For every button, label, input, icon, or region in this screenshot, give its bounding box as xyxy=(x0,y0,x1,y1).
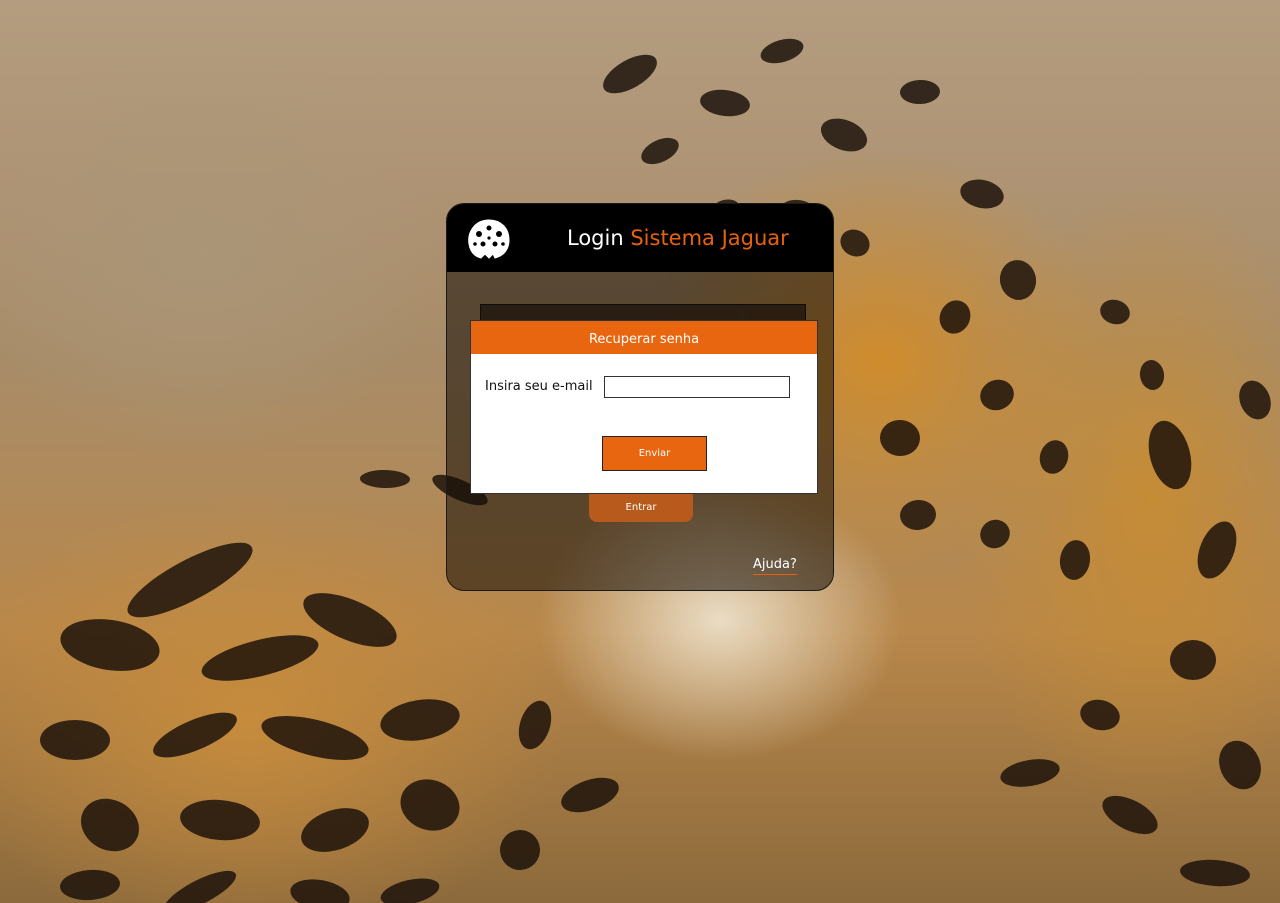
recover-password-modal: Recuperar senha Insira seu e-mail Enviar xyxy=(470,320,818,494)
background-spot xyxy=(1179,857,1251,889)
background-spot xyxy=(637,132,683,170)
background-spot xyxy=(1211,734,1269,796)
background-spot xyxy=(816,112,872,158)
background-spot xyxy=(118,529,262,631)
enter-button[interactable]: Entrar xyxy=(589,492,693,522)
background-spot xyxy=(1189,515,1245,585)
background-spot xyxy=(378,873,442,903)
modal-title: Recuperar senha xyxy=(471,321,817,354)
background-spot xyxy=(934,295,976,339)
background-spot xyxy=(1057,538,1093,582)
background-spot xyxy=(879,418,921,458)
background-spot xyxy=(1169,639,1217,681)
background-spot xyxy=(393,771,467,839)
background-spot xyxy=(1077,695,1123,735)
background-spot xyxy=(1233,375,1277,425)
background-spot xyxy=(1138,358,1166,392)
background-spot xyxy=(698,87,752,119)
background-spot xyxy=(556,771,624,819)
background-spot xyxy=(898,498,938,532)
background-spot xyxy=(40,720,110,760)
background-spot xyxy=(1035,436,1073,478)
background-spot xyxy=(996,256,1040,304)
background-spot xyxy=(835,224,875,262)
background-spot xyxy=(158,863,242,903)
background-spot xyxy=(975,514,1015,554)
background-spot xyxy=(377,693,463,747)
email-label: Insira seu e-mail xyxy=(485,379,593,394)
login-title: Login Sistema Jaguar xyxy=(567,226,789,250)
background-spot xyxy=(998,754,1062,792)
jaguar-logo-icon xyxy=(468,219,510,259)
background-spot xyxy=(257,707,373,769)
background-spot xyxy=(71,788,149,862)
background-spot xyxy=(287,875,353,903)
background-spot xyxy=(56,612,164,678)
background-spot xyxy=(1097,296,1133,328)
background-spot xyxy=(1141,416,1199,494)
background-spot xyxy=(295,800,375,860)
background-spot xyxy=(59,867,121,903)
email-input[interactable] xyxy=(604,376,790,398)
help-link[interactable]: Ajuda? xyxy=(753,557,797,575)
login-header: Login Sistema Jaguar xyxy=(447,204,833,272)
background-spot xyxy=(178,796,262,844)
background-spot xyxy=(147,703,243,767)
background-spot xyxy=(957,175,1007,213)
background-spot xyxy=(597,46,663,102)
background-spot xyxy=(498,828,542,872)
login-title-prefix: Login xyxy=(567,226,624,250)
background-spot xyxy=(757,34,807,68)
background-spot xyxy=(899,79,941,105)
background-spot xyxy=(197,626,323,690)
background-spot xyxy=(359,469,411,489)
background-spot xyxy=(513,696,557,754)
send-button[interactable]: Enviar xyxy=(602,436,707,471)
background-spot xyxy=(975,375,1019,415)
login-title-accent: Sistema Jaguar xyxy=(630,226,789,250)
background-spot xyxy=(1096,788,1164,842)
